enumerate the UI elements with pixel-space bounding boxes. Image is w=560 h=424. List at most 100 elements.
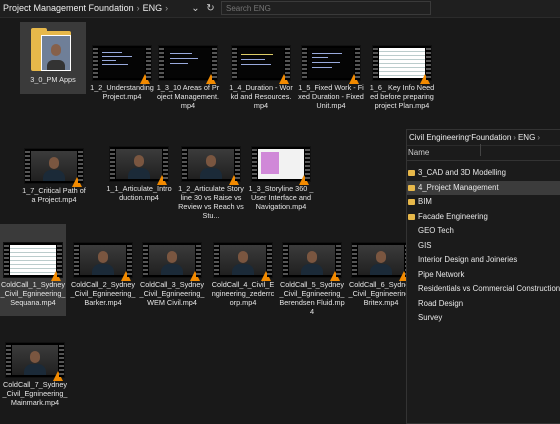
list-item[interactable]: 4_Project Management [407,180,560,195]
item-label: 1_4_Duration - Workd and Resources.mp4 [229,83,293,110]
video-thumbnail [92,45,152,84]
video-item[interactable]: 1_7_Critical Path of a Project.mp4 [21,148,87,204]
video-item[interactable]: ColdCall_7_Sydney_Civil_Egnineering_Main… [2,342,68,407]
video-thumbnail [142,242,202,281]
vlc-icon [330,271,340,281]
vlc-icon [53,371,63,381]
folder-icon [408,170,415,176]
column-divider[interactable] [480,144,481,156]
item-label: GEO Tech [418,226,454,235]
video-thumbnail [109,146,169,185]
video-item[interactable]: 1_2_Understanding Project.mp4 [89,45,155,101]
video-item[interactable]: ColdCall_2_Sydney_Civil_Egnineering_Bark… [70,242,136,307]
list-item[interactable]: BIM [407,195,560,210]
video-thumbnail [158,45,218,84]
item-label: ColdCall_1_Sydney_Civil_Egnineering_Sequ… [0,280,66,307]
breadcrumb-folder[interactable]: ENG [143,3,163,13]
item-label: Facade Engineering [418,211,488,221]
item-label: 1_3_10 Areas of Project Management.mp4 [156,83,220,110]
folder-icon [408,184,415,191]
vlc-icon [206,74,216,84]
chevron-right-icon: › [136,3,140,13]
breadcrumb[interactable]: Civil Engineering Foundation › ENG › [407,130,560,146]
video-item[interactable]: 1_3_Storyline 360 _ User Interface and N… [248,146,314,211]
vlc-icon [229,175,239,185]
list-item[interactable]: 3_CAD and 3D Modelling [407,166,560,181]
video-thumbnail [231,45,291,84]
video-item[interactable]: 1_4_Duration - Workd and Resources.mp4 [228,45,294,110]
item-label: Residentials vs Commercial Construction [418,284,560,293]
vlc-icon [157,175,167,185]
video-item[interactable]: 1_2_Articulate Storyline 30 vs Raise vs … [178,146,244,220]
item-label: 1_3_Storyline 360 _ User Interface and N… [248,184,314,211]
video-item[interactable]: 1_6_ Key Info Needed before preparing pr… [369,45,435,110]
video-thumbnail [251,146,311,185]
video-item[interactable]: ColdCall_3_Sydney_Civil_Egnineering_WEM … [139,242,205,307]
item-label: 1_2_Understanding Project.mp4 [90,83,154,101]
item-label: 1_5_Fixed Work - Fixed Duration - Fixed … [298,83,364,110]
item-label: ColdCall_6_Sydney_Civil_Egnineering_Brit… [348,280,414,307]
list-item[interactable]: Residentials vs Commercial Construction [407,282,560,297]
search-box[interactable] [221,1,431,15]
vlc-icon [121,271,131,281]
chevron-up-icon[interactable]: ⌃ [467,134,475,142]
vlc-icon [349,74,359,84]
chevron-right-icon: › [537,133,540,142]
video-thumbnail [5,342,65,381]
vlc-icon [299,175,309,185]
item-label: 3_0_PM Apps [30,75,76,84]
breadcrumb[interactable]: Project Management Foundation › ENG › [3,0,171,17]
list-item[interactable]: Survey [407,311,560,326]
item-label: Interior Design and Joineries [418,255,518,264]
video-item[interactable]: ColdCall_4_Civil_Engineering_zederrcorp.… [210,242,276,307]
list-item[interactable]: Facade Engineering [407,210,560,225]
video-item[interactable]: ColdCall_6_Sydney_Civil_Egnineering_Brit… [348,242,414,307]
breadcrumb-folder[interactable]: Civil Engineering Foundation [409,133,511,142]
list-item[interactable]: GIS [407,239,560,254]
breadcrumb-folder[interactable]: ENG [518,133,535,142]
video-item[interactable]: 1_1_Articulate_Introduction.mp4 [106,146,172,202]
item-label: 1_2_Articulate Storyline 30 vs Raise vs … [178,184,244,220]
item-label: ColdCall_4_Civil_Engineering_zederrcorp.… [211,280,275,307]
chevron-right-icon: › [165,3,169,13]
item-label: 1_7_Critical Path of a Project.mp4 [22,186,86,204]
folder-icon [408,213,415,220]
vlc-icon [140,74,150,84]
video-item[interactable]: 1_3_10 Areas of Project Management.mp4 [155,45,221,110]
item-label: ColdCall_7_Sydney_Civil_Egnineering_Main… [2,380,68,407]
dropdown-icon[interactable]: ⌄ [188,1,203,16]
item-label: Survey [418,313,443,322]
address-bar: Project Management Foundation › ENG › ⌄ ↻ [0,0,560,18]
item-label: ColdCall_5_Sydney_Civil_Egnineering_Bere… [279,280,345,316]
vlc-icon [420,74,430,84]
vlc-icon [279,74,289,84]
item-label: ColdCall_3_Sydney_Civil_Egnineering_WEM … [139,280,205,307]
video-thumbnail [301,45,361,84]
video-item[interactable]: ColdCall_5_Sydney_Civil_Egnineering_Bere… [279,242,345,316]
folder-item[interactable]: 3_0_PM Apps [20,22,86,94]
chevron-right-icon: › [513,133,516,142]
item-label: GIS [418,240,432,250]
video-item[interactable]: 1_5_Fixed Work - Fixed Duration - Fixed … [298,45,364,110]
list-item[interactable]: Road Design [407,297,560,312]
folder-icon [29,27,77,73]
vlc-icon [190,271,200,281]
video-item[interactable]: ColdCall_1_Sydney_Civil_Egnineering_Sequ… [0,224,66,316]
list-item[interactable]: GEO Tech [407,224,560,239]
refresh-icon[interactable]: ↻ [203,1,218,16]
item-label: 4_Project Management [418,182,499,192]
file-list: 3_CAD and 3D Modelling 4_Project Managem… [407,161,560,326]
search-input[interactable] [226,4,430,13]
breadcrumb-folder[interactable]: Project Management Foundation [3,3,134,13]
item-label: 3_CAD and 3D Modelling [418,168,506,177]
video-thumbnail [372,45,432,84]
list-item[interactable]: Pipe Network [407,268,560,283]
column-header-name[interactable]: Name [407,146,560,161]
video-thumbnail [351,242,411,281]
video-thumbnail [24,148,84,187]
item-label: Road Design [418,298,464,308]
video-thumbnail [213,242,273,281]
list-item[interactable]: Interior Design and Joineries [407,253,560,268]
vlc-icon [261,271,271,281]
item-label: 1_6_ Key Info Needed before preparing pr… [369,83,435,110]
